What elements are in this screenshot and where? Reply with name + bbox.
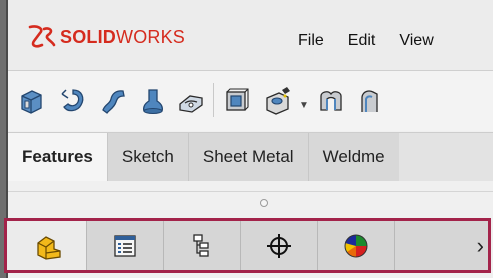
logo-wordmark: SOLIDWORKS <box>60 27 185 48</box>
menu-bar: File Edit View <box>291 30 451 52</box>
more-tabs-arrow-icon[interactable]: › <box>477 233 484 259</box>
logo-brand-text: SOLID <box>60 26 117 47</box>
panel-splitter[interactable] <box>8 192 493 214</box>
lofted-boss-icon[interactable] <box>134 82 172 120</box>
configuration-manager-tab[interactable] <box>164 221 241 270</box>
ds-logo-icon <box>28 25 56 48</box>
dimxpert-icon <box>267 233 291 258</box>
logo-brand-light-text: WORKS <box>116 26 186 47</box>
solidworks-logo[interactable]: SOLIDWORKS <box>24 22 185 52</box>
menu-view[interactable]: View <box>392 30 440 52</box>
graphics-area-strip <box>8 181 493 192</box>
property-manager-tab[interactable] <box>87 221 164 270</box>
property-manager-icon <box>114 234 136 257</box>
title-bar: SOLIDWORKS File Edit View <box>8 0 493 71</box>
feature-tree-tab[interactable] <box>7 221 87 270</box>
swept-cut-icon[interactable] <box>352 82 390 120</box>
configuration-manager-icon <box>193 233 209 257</box>
toolbar-separator <box>213 83 214 117</box>
hole-wizard-icon[interactable] <box>258 82 296 120</box>
dropdown-caret-icon[interactable]: ▼ <box>299 100 309 111</box>
display-manager-tab[interactable] <box>318 221 395 270</box>
tab-weldments[interactable]: Weldme <box>308 133 399 181</box>
extruded-cut-icon[interactable] <box>217 82 255 120</box>
splitter-grip-icon[interactable] <box>260 199 268 207</box>
feature-tree-icon <box>36 235 61 260</box>
revolved-boss-icon[interactable] <box>54 82 92 120</box>
revolved-cut-icon[interactable] <box>312 82 350 120</box>
tab-features[interactable]: Features <box>8 133 108 181</box>
boundary-boss-icon[interactable] <box>172 82 210 120</box>
featuremanager-tab-bar: › <box>4 218 491 273</box>
features-toolbar: ▼ <box>8 71 493 131</box>
menu-file[interactable]: File <box>291 30 331 52</box>
tab-sketch[interactable]: Sketch <box>107 133 189 181</box>
tab-sheet-metal[interactable]: Sheet Metal <box>188 133 309 181</box>
display-manager-icon <box>344 234 368 257</box>
menu-edit[interactable]: Edit <box>341 30 383 52</box>
swept-boss-icon[interactable] <box>94 82 132 120</box>
dimxpert-manager-tab[interactable] <box>241 221 318 270</box>
extruded-boss-icon[interactable] <box>12 82 50 120</box>
command-manager-tabs: Features Sketch Sheet Metal Weldme <box>8 132 493 182</box>
